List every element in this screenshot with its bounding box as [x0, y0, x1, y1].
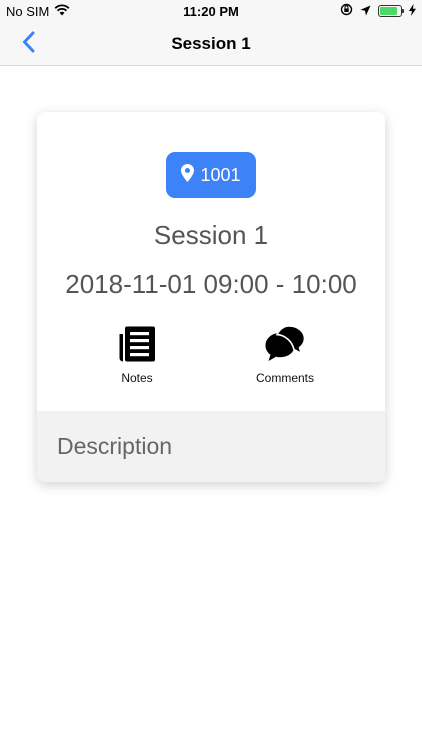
charging-bolt-icon: [409, 3, 416, 19]
comments-button[interactable]: Comments: [230, 324, 340, 385]
comments-icon: [230, 324, 340, 364]
status-bar: No SIM 11:20 PM: [0, 0, 422, 22]
session-card: 1001 Session 1 2018-11-01 09:00 - 10:00 …: [37, 112, 385, 482]
room-number: 1001: [200, 164, 241, 185]
comments-label: Comments: [255, 371, 314, 385]
navigation-bar: Session 1: [0, 22, 422, 66]
session-time-range: 2018-11-01 09:00 - 10:00: [65, 269, 357, 299]
description-section[interactable]: Description: [37, 411, 385, 482]
map-pin-icon: [181, 163, 195, 187]
room-badge[interactable]: 1001: [166, 152, 256, 198]
page-title: Session 1: [171, 34, 251, 53]
description-label: Description: [57, 433, 173, 459]
status-right: [340, 3, 416, 19]
battery-icon: [378, 5, 404, 17]
orientation-lock-icon: [340, 3, 353, 19]
location-arrow-icon: [360, 4, 371, 19]
notes-icon: [82, 324, 192, 364]
notes-label: Notes: [121, 371, 153, 385]
notes-button[interactable]: Notes: [82, 324, 192, 385]
battery-level: [380, 7, 397, 15]
session-name: Session 1: [153, 220, 269, 250]
